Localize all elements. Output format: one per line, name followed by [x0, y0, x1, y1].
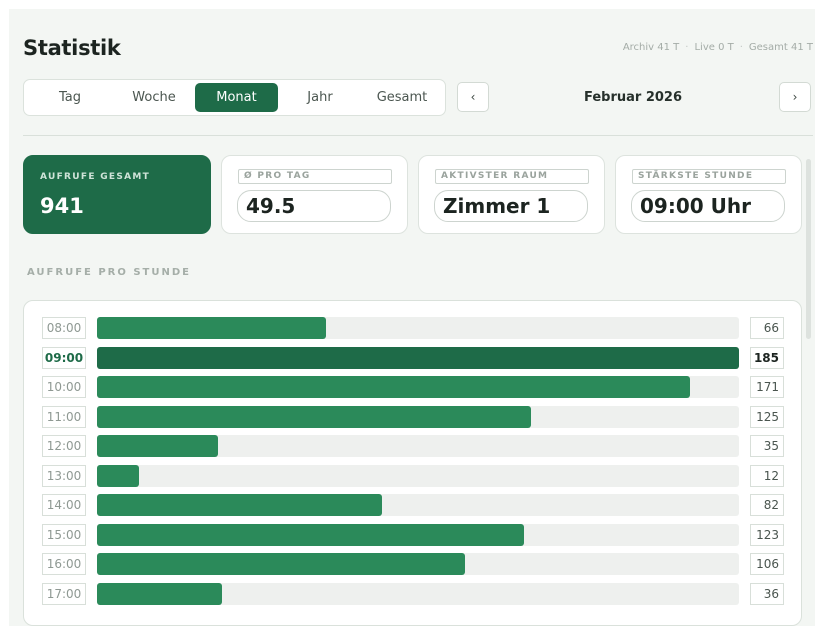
card-per-day-label: Ø PRO TAG	[238, 169, 392, 184]
card-per-day: Ø PRO TAG 49.5	[221, 155, 408, 234]
period-selector: Tag Woche Monat Jahr Gesamt	[23, 79, 446, 116]
bar-track	[97, 523, 739, 546]
bar-row: 14:00 82	[24, 494, 801, 516]
bar-fill	[97, 405, 531, 428]
bar-hour-label: 16:00	[42, 553, 86, 575]
current-period-label: Februar 2026	[583, 89, 683, 105]
meta-archive: Archiv 41 T	[622, 42, 680, 53]
bar-track	[97, 435, 739, 457]
card-total-views-label: AUFRUFE GESAMT	[40, 172, 151, 182]
card-total-views-value: 941	[40, 194, 84, 218]
bar-row: 08:00 66	[24, 317, 801, 339]
bar-row: 16:00 106	[24, 553, 801, 575]
card-per-day-value: 49.5	[237, 190, 391, 222]
bar-row: 15:00 123	[24, 523, 801, 546]
bar-row: 13:00 12	[24, 464, 801, 487]
statistics-panel: Statistik Archiv 41 T · Live 0 T · Gesamt 41…	[9, 9, 815, 626]
bar-hour-label: 08:00	[42, 317, 86, 339]
bar-value-label: 123	[750, 523, 784, 546]
tab-monat[interactable]: Monat	[195, 83, 278, 112]
card-total-views: AUFRUFE GESAMT 941	[23, 155, 211, 234]
tab-gesamt[interactable]: Gesamt	[362, 83, 442, 112]
bar-track	[97, 464, 739, 487]
bar-fill	[97, 435, 218, 457]
bar-hour-label: 11:00	[42, 405, 86, 428]
bar-fill	[97, 582, 222, 605]
bar-row: 09:00 185	[24, 346, 801, 369]
bar-track	[97, 553, 739, 575]
bar-fill	[97, 346, 739, 369]
bar-row: 11:00 125	[24, 405, 801, 428]
bar-value-label: 12	[750, 464, 784, 487]
bar-row: 10:00 171	[24, 376, 801, 398]
card-peak-hour: STÄRKSTE STUNDE 09:00 Uhr	[615, 155, 802, 234]
meta-separator: ·	[685, 42, 689, 53]
card-peak-hour-value: 09:00 Uhr	[631, 190, 785, 222]
bar-track	[97, 405, 739, 428]
storage-meta: Archiv 41 T · Live 0 T · Gesamt 41 T	[623, 42, 813, 53]
bar-hour-label: 09:00	[42, 346, 86, 369]
prev-month-button[interactable]: ‹	[457, 82, 489, 112]
bar-hour-label: 10:00	[42, 376, 86, 398]
bar-value-label: 185	[750, 346, 784, 369]
bar-value-label: 82	[750, 494, 784, 516]
bar-hour-label: 17:00	[42, 582, 86, 605]
bar-fill	[97, 494, 382, 516]
bar-fill	[97, 376, 690, 398]
bar-fill	[97, 317, 326, 339]
bar-fill	[97, 464, 139, 487]
next-month-button[interactable]: ›	[779, 82, 811, 112]
meta-separator: ·	[739, 42, 743, 53]
chart-section-label: AUFRUFE PRO STUNDE	[27, 267, 192, 278]
bar-hour-label: 12:00	[42, 435, 86, 457]
tab-jahr[interactable]: Jahr	[282, 83, 358, 112]
bar-fill	[97, 523, 524, 546]
tab-tag[interactable]: Tag	[32, 83, 108, 112]
bar-fill	[97, 553, 465, 575]
hourly-views-chart: 08:00 66 09:00 185 10:00 171 11:00 125 12:00 35 13…	[23, 300, 802, 626]
bar-value-label: 106	[750, 553, 784, 575]
bar-value-label: 35	[750, 435, 784, 457]
bar-track	[97, 317, 739, 339]
page-title: Statistik	[23, 36, 121, 60]
card-peak-hour-label: STÄRKSTE STUNDE	[632, 169, 786, 184]
tab-woche[interactable]: Woche	[112, 83, 196, 112]
card-active-room-label: AKTIVSTER RAUM	[435, 169, 589, 184]
bar-value-label: 125	[750, 405, 784, 428]
meta-live: Live 0 T	[694, 42, 734, 53]
scrollbar-thumb[interactable]	[806, 159, 811, 339]
bar-track	[97, 582, 739, 605]
bar-track	[97, 494, 739, 516]
meta-total: Gesamt 41 T	[748, 42, 813, 53]
bar-hour-label: 14:00	[42, 494, 86, 516]
bar-track	[97, 376, 739, 398]
bar-row: 12:00 35	[24, 435, 801, 457]
card-active-room-value: Zimmer 1	[434, 190, 588, 222]
header-divider	[23, 135, 813, 136]
bar-track	[97, 346, 739, 369]
card-active-room: AKTIVSTER RAUM Zimmer 1	[418, 155, 605, 234]
bar-hour-label: 13:00	[42, 464, 86, 487]
bar-value-label: 171	[750, 376, 784, 398]
bar-hour-label: 15:00	[42, 523, 86, 546]
bar-value-label: 36	[750, 582, 784, 605]
bar-row: 17:00 36	[24, 582, 801, 605]
bar-value-label: 66	[750, 317, 784, 339]
